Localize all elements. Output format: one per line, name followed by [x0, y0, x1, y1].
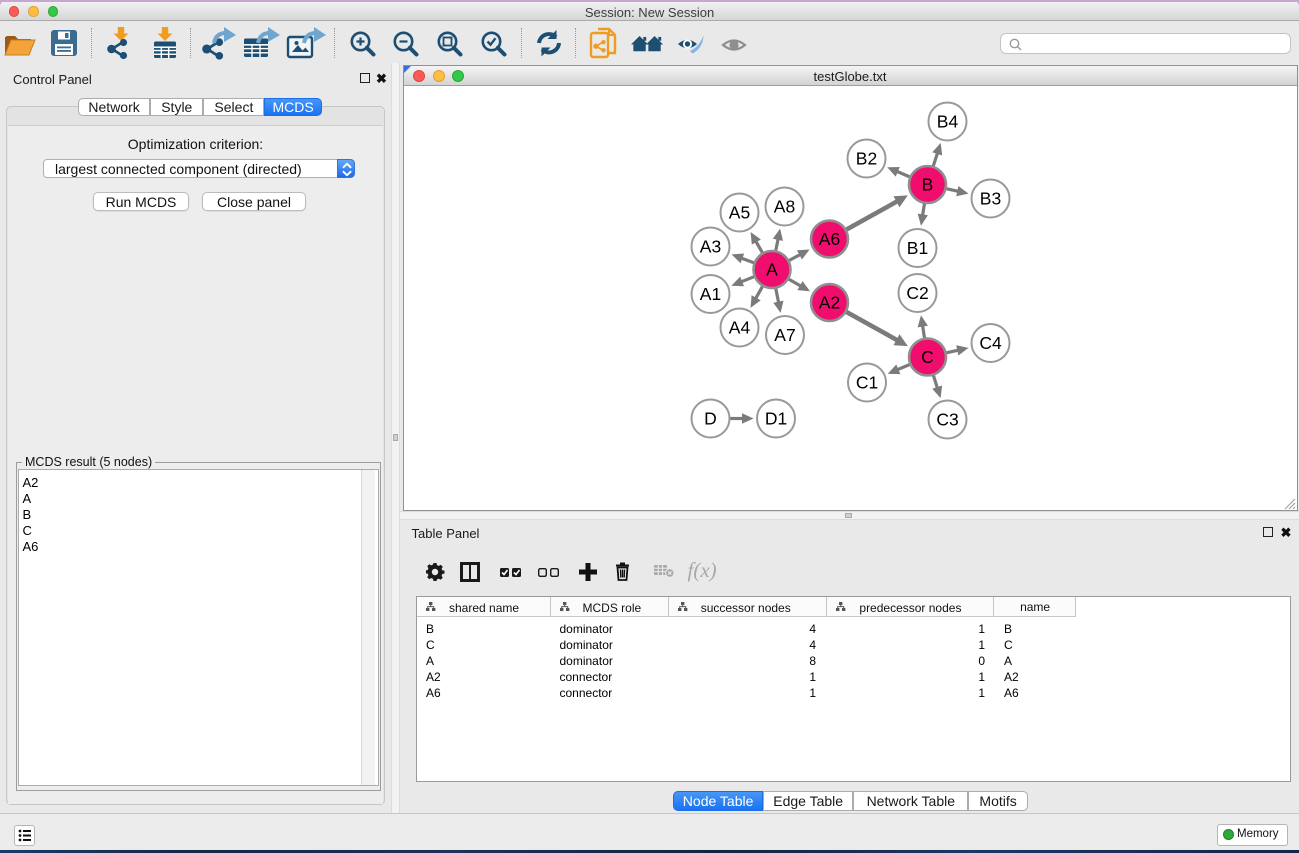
- svg-text:B2: B2: [856, 148, 877, 168]
- svg-text:C4: C4: [979, 333, 1002, 353]
- svg-text:D: D: [704, 408, 717, 428]
- svg-text:A3: A3: [700, 236, 721, 256]
- svg-text:A6: A6: [819, 229, 840, 249]
- svg-text:A7: A7: [774, 325, 795, 345]
- svg-text:B3: B3: [980, 188, 1001, 208]
- svg-text:A2: A2: [819, 292, 840, 312]
- svg-text:C2: C2: [906, 283, 928, 303]
- svg-text:A5: A5: [729, 202, 750, 222]
- svg-text:A4: A4: [729, 317, 751, 337]
- svg-text:A: A: [766, 259, 778, 279]
- svg-text:A1: A1: [700, 284, 721, 304]
- svg-text:B4: B4: [937, 111, 959, 131]
- svg-text:B: B: [922, 174, 934, 194]
- svg-text:C1: C1: [856, 372, 878, 392]
- svg-text:D1: D1: [765, 408, 787, 428]
- svg-text:C3: C3: [936, 409, 958, 429]
- svg-text:A8: A8: [774, 196, 795, 216]
- svg-text:C: C: [921, 347, 934, 367]
- svg-text:B1: B1: [907, 238, 928, 258]
